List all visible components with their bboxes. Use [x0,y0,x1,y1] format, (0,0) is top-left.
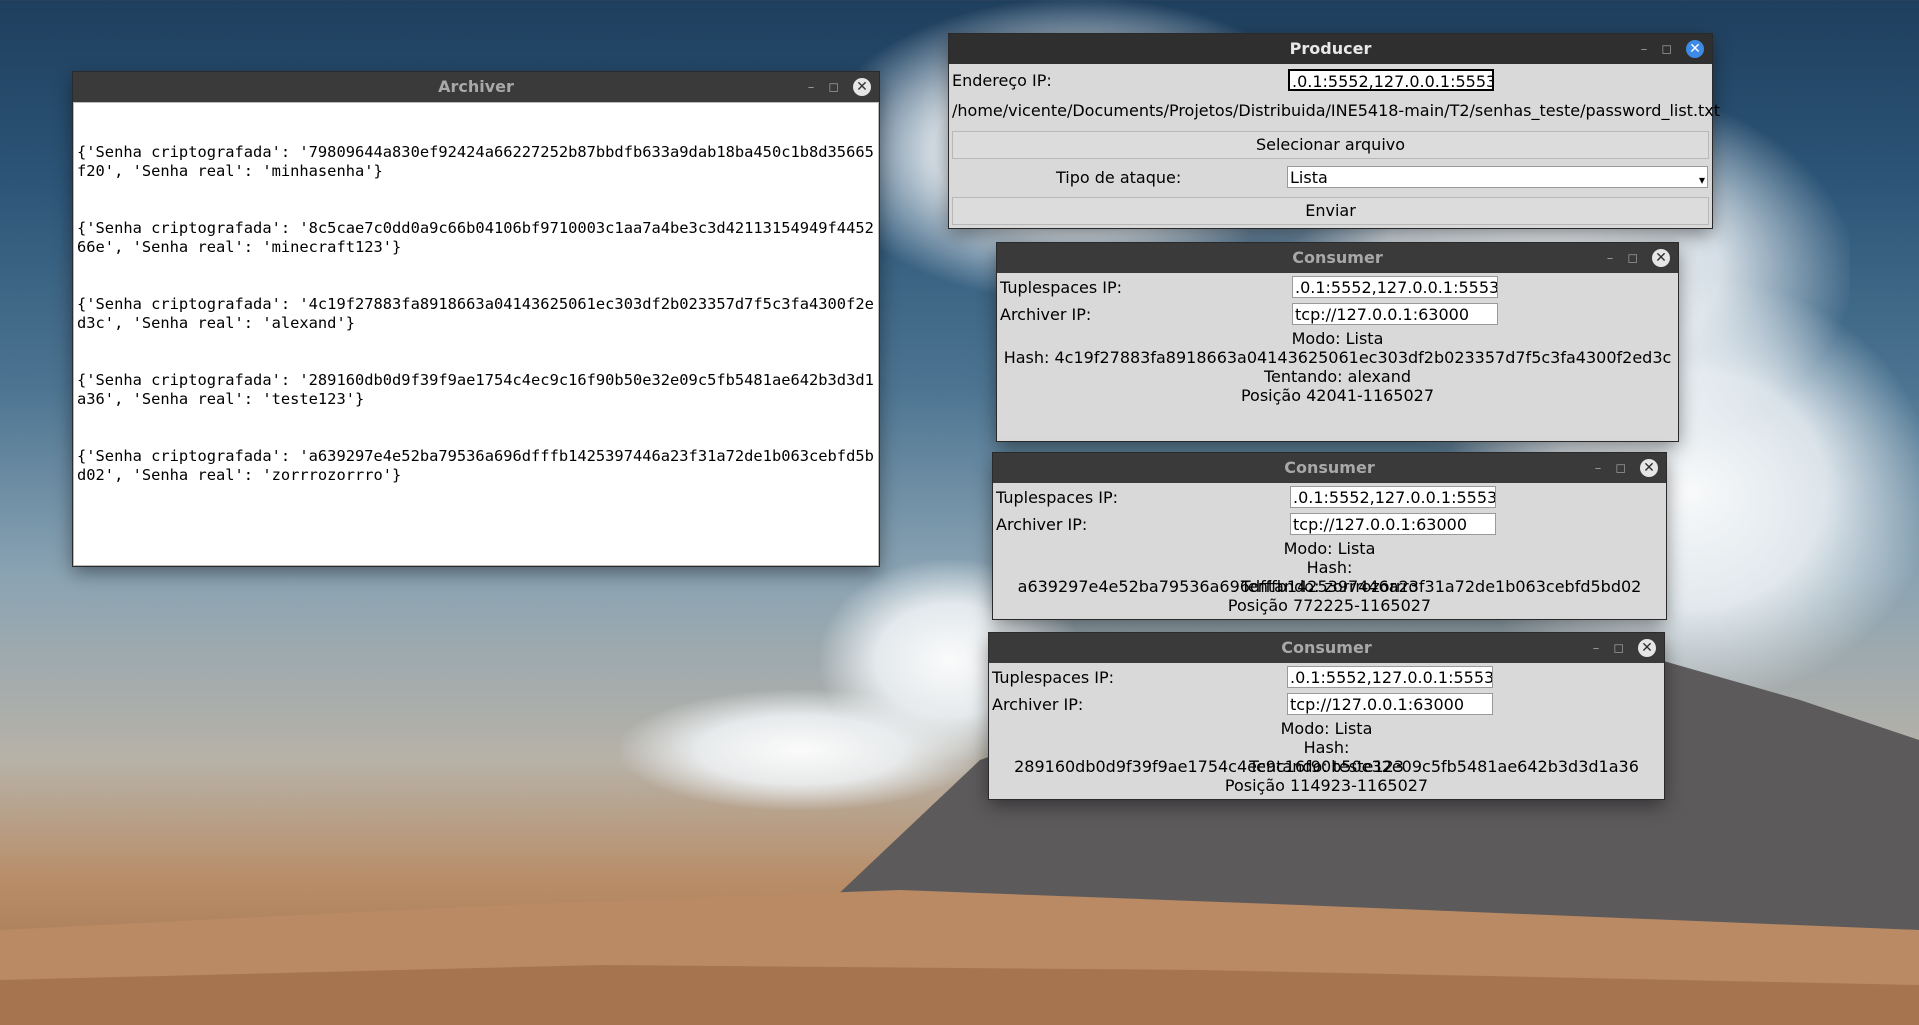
mode-text: Modo: Lista [1291,329,1384,348]
position-text: Posição 114923-1165027 [1224,776,1429,795]
consumer-window: Consumer – ◻ ✕ Tuplespaces IP: .0.1:5552… [993,453,1666,619]
close-icon[interactable]: ✕ [853,78,871,96]
window-title: Consumer [1284,458,1375,477]
log-line: {'Senha criptografada': '289160db0d9f39f… [77,371,874,408]
ip-input[interactable]: .0.1:5552,127.0.0.1:5553 [1288,69,1494,91]
mode-text: Modo: Lista [1280,719,1373,738]
log-line: {'Senha criptografada': 'a639297e4e52ba7… [77,447,874,484]
trying-text: Tentando: teste123 [1249,757,1404,776]
close-icon[interactable]: ✕ [1638,639,1656,657]
consumer-titlebar[interactable]: Consumer – ◻ ✕ [989,633,1664,663]
maximize-icon[interactable]: ◻ [1661,43,1672,56]
tuplespaces-ip-input[interactable]: .0.1:5552,127.0.0.1:5553 [1287,666,1493,688]
file-path-label: /home/vicente/Documents/Projetos/Distrib… [952,101,1721,120]
archiver-titlebar[interactable]: Archiver – ◻ ✕ [73,72,879,102]
attack-type-value: Lista [1290,168,1328,187]
log-line: {'Senha criptografada': '4c19f27883fa891… [77,295,874,332]
log-line: {'Senha criptografada': '8c5cae7c0dd0a9c… [77,219,874,256]
maximize-icon[interactable]: ◻ [1627,252,1638,265]
archiver-ip-label: Archiver IP: [1000,305,1092,324]
position-text: Posição 772225-1165027 [1227,596,1432,615]
archiver-ip-label: Archiver IP: [992,695,1084,714]
send-button[interactable]: Enviar [952,197,1709,225]
close-icon[interactable]: ✕ [1640,459,1658,477]
close-icon[interactable]: ✕ [1652,249,1670,267]
archiver-log[interactable]: {'Senha criptografada': '79809644a830ef9… [73,102,879,566]
producer-titlebar[interactable]: Producer – ◻ ✕ [949,34,1712,64]
minimize-icon[interactable]: – [808,81,815,94]
attack-type-select[interactable]: Lista ▾ [1287,166,1708,188]
attack-type-label: Tipo de ataque: [1056,168,1182,187]
chevron-down-icon[interactable]: ▾ [1699,169,1705,187]
tuplespaces-ip-label: Tuplespaces IP: [992,668,1115,687]
window-title: Archiver [438,77,514,96]
close-icon[interactable]: ✕ [1686,40,1704,58]
minimize-icon[interactable]: – [1595,462,1602,475]
producer-window: Producer – ◻ ✕ Endereço IP: .0.1:5552,12… [949,34,1720,228]
trying-text: Tentando: zorrrozorrro [1240,577,1419,596]
maximize-icon[interactable]: ◻ [828,81,839,94]
archiver-ip-input[interactable]: tcp://127.0.0.1:63000 [1287,693,1493,715]
tuplespaces-ip-label: Tuplespaces IP: [1000,278,1123,297]
consumer-window: Consumer – ◻ ✕ Tuplespaces IP: .0.1:5552… [997,243,1678,441]
archiver-window: Archiver – ◻ ✕ {'Senha criptografada': '… [73,72,879,566]
hash-text: Hash: 4c19f27883fa8918663a04143625061ec3… [1003,348,1672,367]
window-title: Consumer [1281,638,1372,657]
window-title: Producer [1289,39,1372,58]
consumer-window: Consumer – ◻ ✕ Tuplespaces IP: .0.1:5552… [989,633,1664,799]
tuplespaces-ip-input[interactable]: .0.1:5552,127.0.0.1:5553 [1292,276,1498,298]
mode-text: Modo: Lista [1283,539,1376,558]
minimize-icon[interactable]: – [1641,43,1648,56]
minimize-icon[interactable]: – [1593,642,1600,655]
archiver-ip-input[interactable]: tcp://127.0.0.1:63000 [1292,303,1498,325]
tuplespaces-ip-label: Tuplespaces IP: [996,488,1119,507]
position-text: Posição 42041-1165027 [1240,386,1435,405]
select-file-button[interactable]: Selecionar arquivo [952,131,1709,159]
archiver-ip-label: Archiver IP: [996,515,1088,534]
consumer-titlebar[interactable]: Consumer – ◻ ✕ [997,243,1678,273]
trying-text: Tentando: alexand [1263,367,1412,386]
archiver-ip-input[interactable]: tcp://127.0.0.1:63000 [1290,513,1496,535]
tuplespaces-ip-input[interactable]: .0.1:5552,127.0.0.1:5553 [1290,486,1496,508]
ip-label: Endereço IP: [952,71,1052,90]
log-line: {'Senha criptografada': '79809644a830ef9… [77,143,874,180]
maximize-icon[interactable]: ◻ [1613,642,1624,655]
maximize-icon[interactable]: ◻ [1615,462,1626,475]
consumer-titlebar[interactable]: Consumer – ◻ ✕ [993,453,1666,483]
window-title: Consumer [1292,248,1383,267]
minimize-icon[interactable]: – [1607,252,1614,265]
